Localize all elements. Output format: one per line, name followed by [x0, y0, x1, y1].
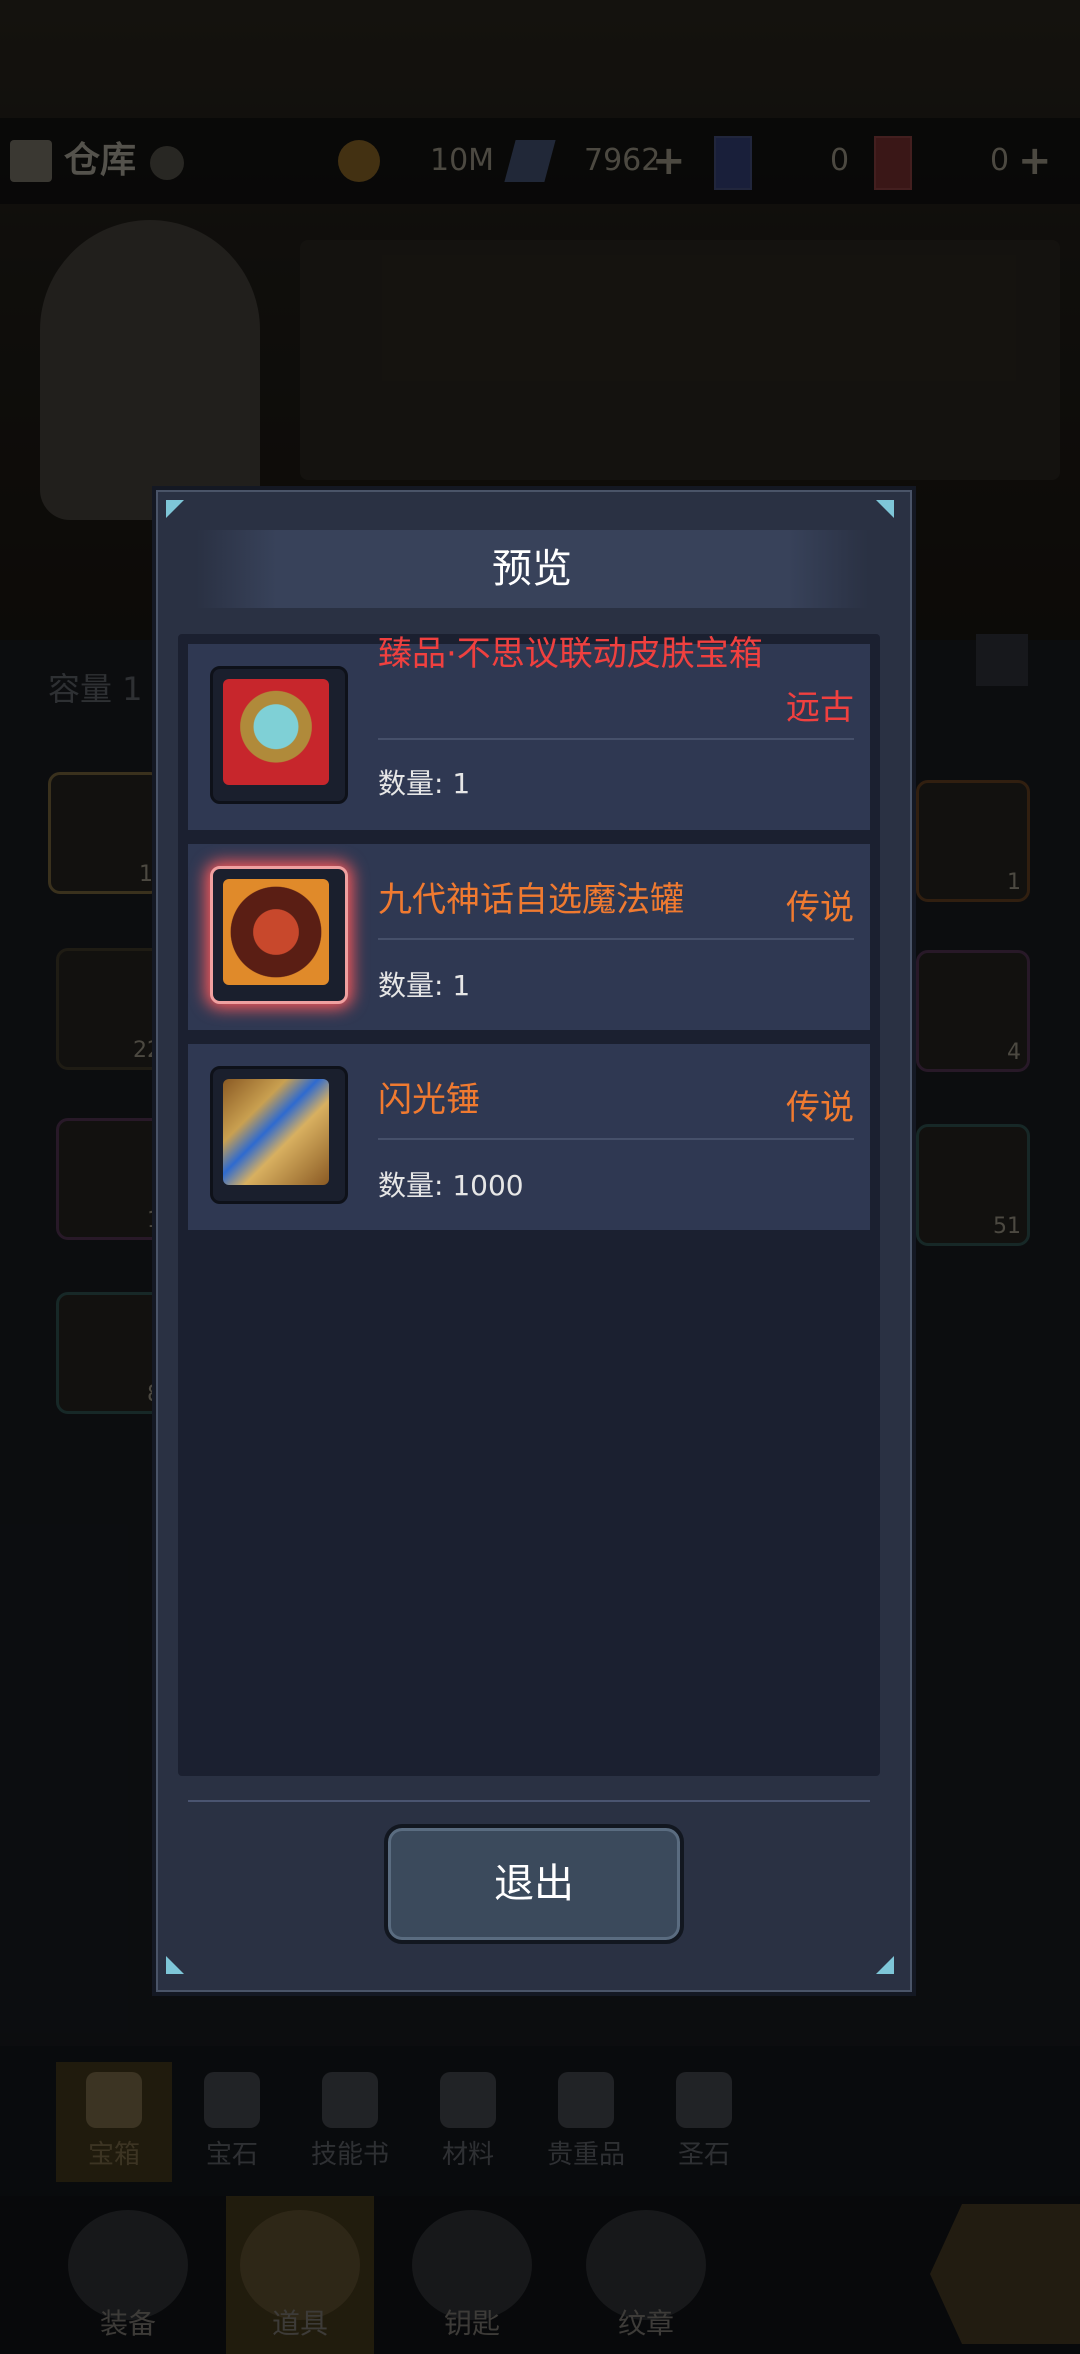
magic-jar-item-icon — [210, 866, 348, 1004]
item-name: 闪光锤 — [378, 1080, 480, 1120]
dialog-divider — [188, 1800, 870, 1802]
list-item[interactable]: 臻品·不思议联动皮肤宝箱 远古 数量: 1 — [188, 634, 870, 830]
item-divider — [378, 938, 854, 940]
item-quantity: 数量: 1000 — [378, 1169, 524, 1202]
item-quantity: 数量: 1 — [378, 767, 471, 800]
item-name: 臻品·不思议联动皮肤宝箱 — [378, 634, 763, 674]
skin-chest-item-icon — [210, 666, 348, 804]
list-item[interactable]: 九代神话自选魔法罐 传说 数量: 1 — [188, 844, 870, 1030]
item-divider — [378, 738, 854, 740]
exit-button[interactable]: 退出 — [384, 1824, 684, 1944]
item-name: 九代神话自选魔法罐 — [378, 880, 684, 920]
flash-hammer-item-icon — [210, 1066, 348, 1204]
item-quantity: 数量: 1 — [378, 969, 471, 1002]
item-rarity: 传说 — [786, 1088, 854, 1128]
list-item[interactable]: 闪光锤 传说 数量: 1000 — [188, 1044, 870, 1230]
dialog-title: 预览 — [492, 546, 572, 592]
item-rarity: 传说 — [786, 888, 854, 928]
item-rarity: 远古 — [786, 688, 854, 728]
item-divider — [378, 1138, 854, 1140]
